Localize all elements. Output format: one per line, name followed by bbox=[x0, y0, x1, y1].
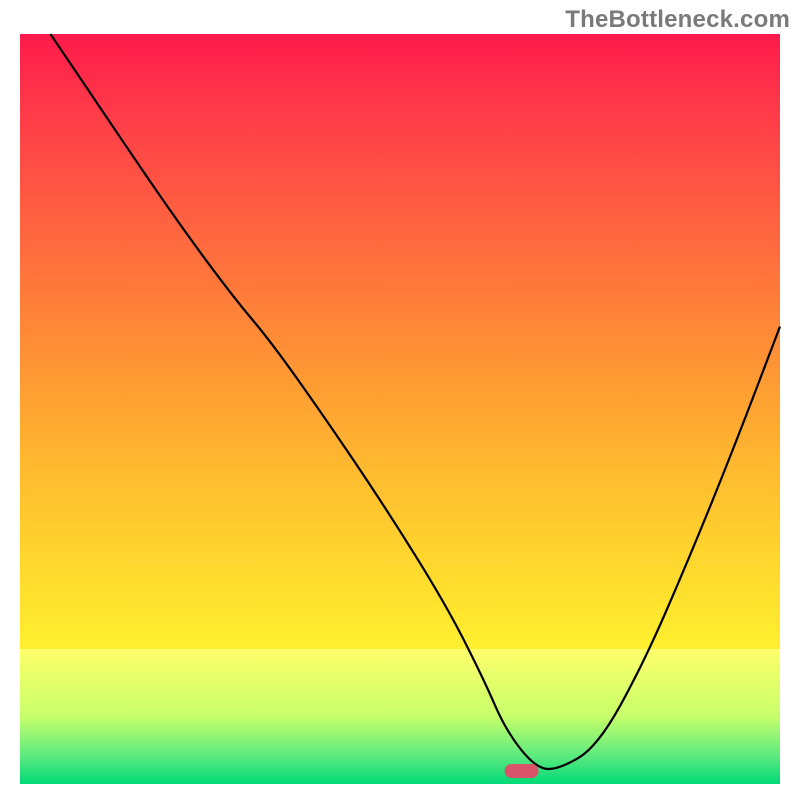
bottleneck-curve bbox=[50, 34, 780, 769]
minimum-marker bbox=[505, 764, 539, 778]
chart-plot-area bbox=[20, 34, 780, 784]
curve-svg bbox=[20, 34, 780, 784]
watermark-text: TheBottleneck.com bbox=[565, 6, 790, 34]
chart-container: TheBottleneck.com bbox=[0, 0, 800, 800]
